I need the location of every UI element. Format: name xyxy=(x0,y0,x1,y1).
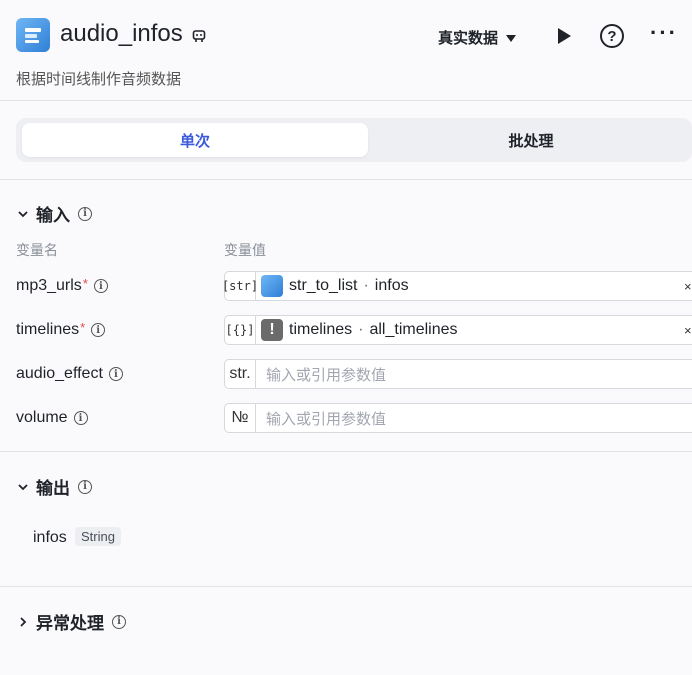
chevron-down-icon xyxy=(18,210,28,217)
variable-reference[interactable]: str_to_list · infos xyxy=(256,275,409,297)
help-icon[interactable]: ? xyxy=(600,24,624,48)
caret-down-icon xyxy=(506,35,517,42)
more-icon[interactable]: ··· xyxy=(650,20,678,46)
tab-batch[interactable]: 批处理 xyxy=(370,123,692,157)
exception-section-title: 异常处理 xyxy=(36,614,104,633)
param-label: timelines xyxy=(16,321,80,338)
separator-dot: · xyxy=(358,321,364,338)
clear-icon[interactable]: × xyxy=(684,279,692,294)
output-section-header[interactable]: 输出 i xyxy=(18,474,92,499)
ref-field-name: all_timelines xyxy=(369,321,458,338)
play-icon[interactable] xyxy=(556,27,572,45)
ref-node-name: timelines xyxy=(289,321,353,338)
exception-section-header[interactable]: 异常处理 i xyxy=(18,609,126,634)
node-icon xyxy=(16,18,50,52)
chevron-down-icon xyxy=(18,483,28,490)
info-icon[interactable]: i xyxy=(78,479,92,494)
info-icon[interactable]: i xyxy=(112,614,126,629)
param-value-volume[interactable]: № 输入或引用参数值 xyxy=(224,403,692,433)
output-section-title: 输出 xyxy=(36,479,70,498)
input-placeholder: 输入或引用参数值 xyxy=(266,410,387,428)
node-icon xyxy=(261,275,283,297)
output-type-badge: String xyxy=(75,527,121,546)
array-object-type-icon: [{}] xyxy=(225,316,256,344)
divider xyxy=(0,100,692,101)
param-value-audio-effect[interactable]: str. 输入或引用参数值 xyxy=(224,359,692,389)
data-mode-dropdown[interactable]: 真实数据 xyxy=(438,27,517,48)
divider xyxy=(0,451,692,452)
variable-reference[interactable]: ! timelines · all_timelines xyxy=(256,319,458,341)
param-name-timelines: timelines * i xyxy=(16,319,106,339)
info-icon[interactable]: i xyxy=(73,411,88,425)
input-placeholder: 输入或引用参数值 xyxy=(266,366,387,384)
data-mode-label: 真实数据 xyxy=(438,30,499,47)
number-type-icon: № xyxy=(225,404,256,432)
column-header-value: 变量值 xyxy=(224,242,266,258)
required-mark: * xyxy=(80,319,86,335)
divider xyxy=(0,586,692,587)
output-name: infos xyxy=(33,529,67,546)
param-label: audio_effect xyxy=(16,365,103,382)
param-label: mp3_urls xyxy=(16,277,82,294)
info-icon[interactable]: i xyxy=(91,323,106,337)
warning-icon: ! xyxy=(261,319,283,341)
separator-dot: · xyxy=(363,277,369,294)
column-header-name: 变量名 xyxy=(16,242,58,258)
info-icon[interactable]: i xyxy=(78,206,92,221)
param-label: volume xyxy=(16,409,68,426)
param-name-volume: volume i xyxy=(16,409,88,427)
input-section-header[interactable]: 输入 i xyxy=(18,201,92,226)
clear-icon[interactable]: × xyxy=(684,323,692,338)
info-icon[interactable]: i xyxy=(108,367,123,381)
param-value-mp3-urls[interactable]: [str] str_to_list · infos xyxy=(222,271,692,301)
divider xyxy=(0,179,692,180)
array-string-type-icon: [str] xyxy=(222,272,258,300)
edit-icon[interactable] xyxy=(192,29,206,43)
tab-single[interactable]: 单次 xyxy=(22,123,368,157)
info-icon[interactable]: i xyxy=(93,279,108,293)
chevron-right-icon xyxy=(20,616,27,627)
input-section-title: 输入 xyxy=(36,206,70,225)
param-name-audio-effect: audio_effect i xyxy=(16,365,123,383)
node-description: 根据时间线制作音频数据 xyxy=(16,71,182,88)
string-type-icon: str. xyxy=(225,360,256,388)
node-title[interactable]: audio_infos xyxy=(60,20,183,48)
param-name-mp3-urls: mp3_urls * i xyxy=(16,275,108,295)
ref-field-name: infos xyxy=(374,277,409,294)
required-mark: * xyxy=(82,275,88,291)
ref-node-name: str_to_list xyxy=(289,277,358,294)
param-value-timelines[interactable]: [{}] ! timelines · all_timelines xyxy=(224,315,692,345)
